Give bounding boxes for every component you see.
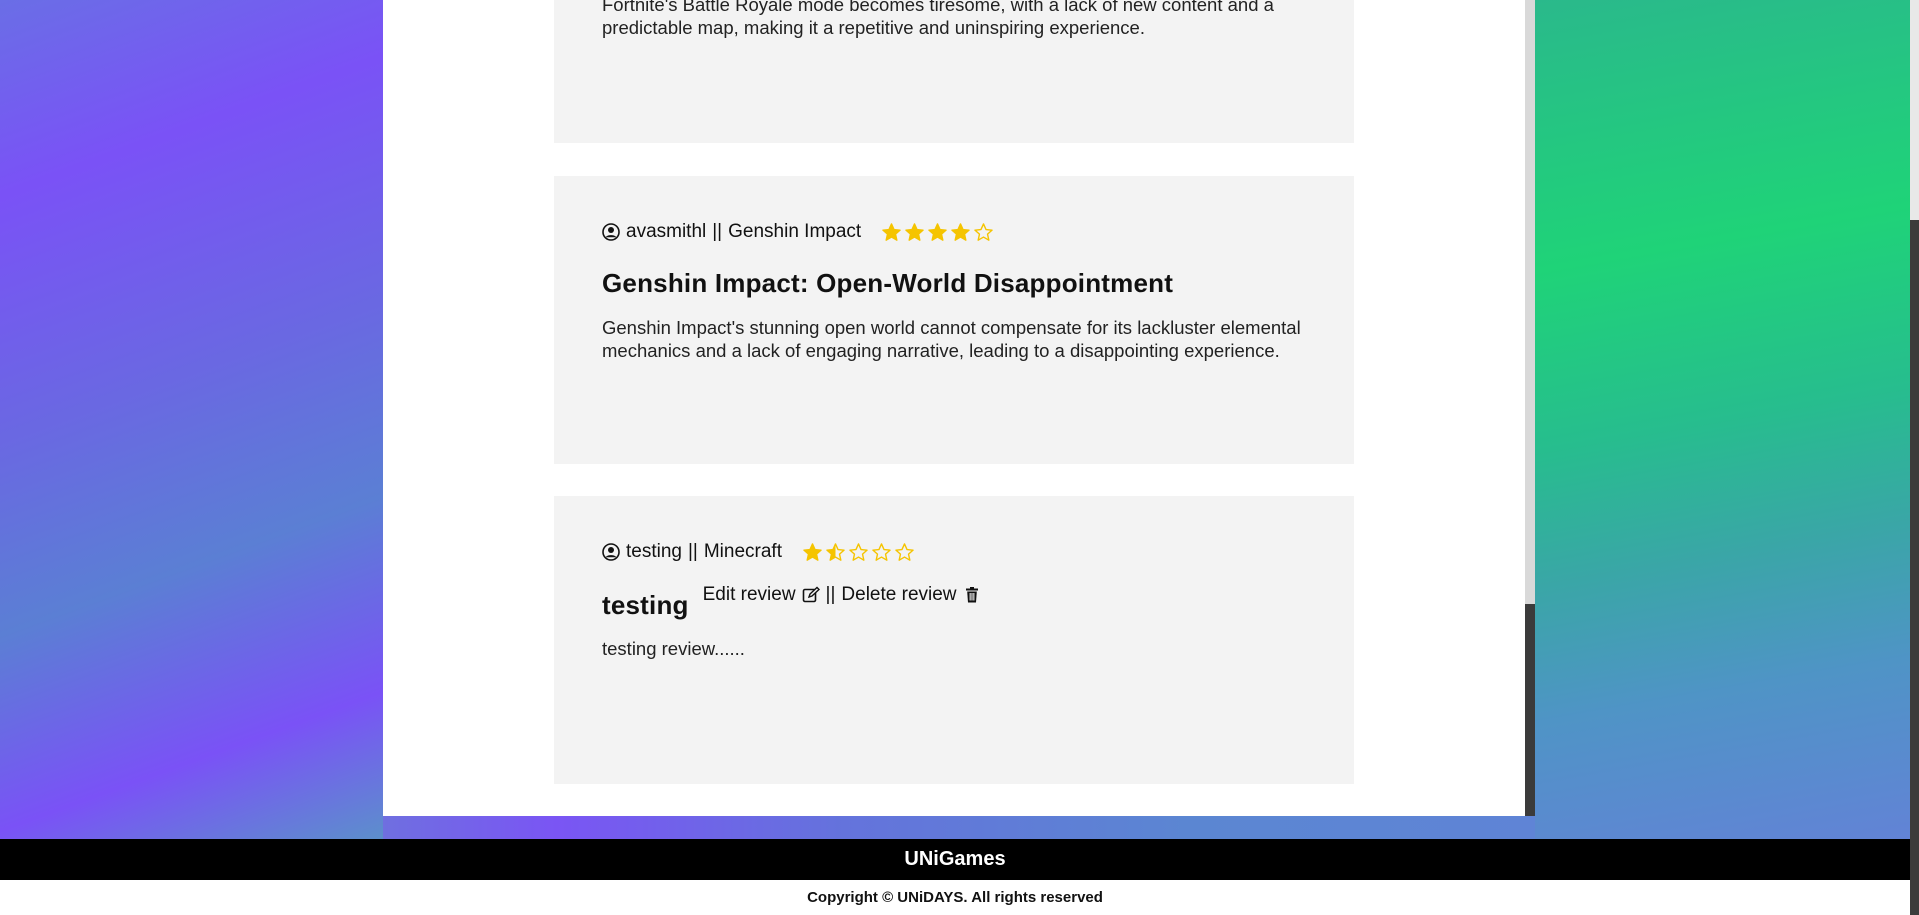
review-actions: Edit review || Delete review [703,584,981,606]
review-game: Minecraft [703,541,782,562]
review-game: Genshin Impact [728,221,862,242]
star-filled-icon [951,222,970,241]
edit-review-button[interactable]: Edit review [703,584,820,606]
review-title: testing [602,590,689,620]
review-card: testing || Minecraft testing Edit review… [554,496,1354,784]
edit-review-label: Edit review [702,584,796,605]
review-username: testing [626,541,682,562]
star-half-icon [826,542,845,561]
review-meta: avasmithl || Genshin Impact [602,221,994,243]
star-outline-icon [974,222,993,241]
star-filled-icon [905,222,924,241]
review-title-row: testing Edit review || Delete review [602,584,981,621]
footer-brand: UNiGames [904,848,1006,870]
panel-scrollbar[interactable] [1525,0,1535,816]
trash-icon [965,587,978,603]
edit-icon [802,586,820,603]
copyright-text: Copyright © UNiDAYS. All rights reserved [807,889,1103,906]
star-outline-icon [872,542,891,561]
star-rating [881,222,994,243]
background-gradient-bottom [383,816,1535,839]
user-circle-icon [602,223,620,241]
review-body: testing review...... [602,638,745,659]
page-scrollbar-thumb[interactable] [1910,220,1919,915]
review-card: Fortnite's Battle Royale mode becomes ti… [554,0,1354,143]
star-outline-icon [895,542,914,561]
background-gradient-left [0,0,383,839]
review-meta: testing || Minecraft [602,541,915,563]
background-gradient-right [1535,0,1910,839]
delete-review-button[interactable]: Delete review [841,584,980,606]
star-filled-icon [803,542,822,561]
actions-separator: || [825,584,836,605]
review-title: Genshin Impact: Open-World Disappointmen… [602,268,1174,298]
footer-copyright-bar: Copyright © UNiDAYS. All rights reserved [0,880,1910,915]
footer-brand-bar: UNiGames [0,839,1910,880]
user-circle-icon [602,543,620,561]
page-scrollbar[interactable] [1910,0,1919,915]
delete-review-label: Delete review [841,584,957,605]
star-filled-icon [928,222,947,241]
review-body: Genshin Impact's stunning open world can… [602,317,1301,361]
panel-scrollbar-thumb[interactable] [1525,604,1535,816]
star-rating [802,542,915,563]
review-username: avasmithl [626,221,707,242]
review-separator: || [687,541,698,562]
review-card: avasmithl || Genshin Impact Genshin Impa… [554,176,1354,464]
star-filled-icon [882,222,901,241]
review-body: Fortnite's Battle Royale mode becomes ti… [602,0,1274,38]
star-outline-icon [849,542,868,561]
review-separator: || [712,221,723,242]
